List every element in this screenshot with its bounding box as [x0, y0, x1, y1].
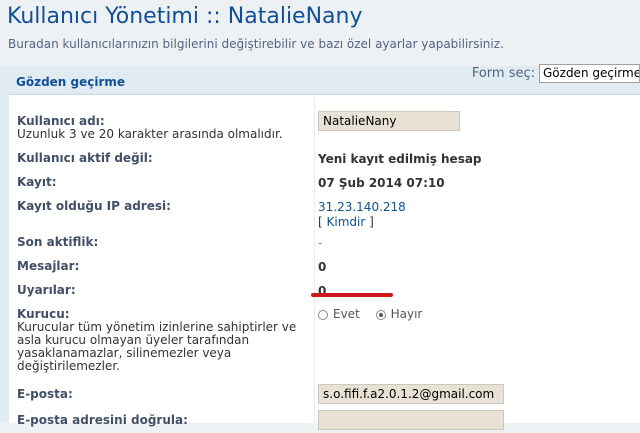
- page-title: Kullanıcı Yönetimi :: NatalieNany: [7, 4, 363, 29]
- email-confirm-label: E-posta adresini doğrula:: [17, 413, 188, 427]
- form-select-label: Form seç:: [471, 66, 535, 81]
- username-input[interactable]: NatalieNany: [318, 111, 460, 131]
- whois-bracket-close: ]: [369, 215, 374, 229]
- email-confirm-input[interactable]: [318, 410, 504, 430]
- page-description: Buradan kullanıcılarınızın bilgilerini d…: [8, 37, 504, 51]
- review-panel: Gözden geçirme Kullanıcı adı: Uzunluk 3 …: [0, 66, 640, 430]
- founder-hint: Kurucular tüm yönetim izinlerine sahipti…: [17, 320, 297, 373]
- form-select-dropdown[interactable]: Gözden geçirme: [539, 64, 640, 83]
- warnings-label: Uyarılar:: [17, 283, 76, 297]
- founder-yes-radio[interactable]: [318, 309, 328, 320]
- registered-label: Kayıt:: [17, 175, 57, 189]
- registered-value: 07 Şub 2014 07:10: [318, 176, 445, 190]
- last-active-label: Son aktiflik:: [17, 235, 99, 249]
- whois-bracket-open: [: [318, 215, 323, 229]
- inactive-label: Kullanıcı aktif değil:: [17, 151, 153, 165]
- reg-ip-address[interactable]: 31.23.140.218: [318, 200, 406, 214]
- founder-no-radio[interactable]: [375, 309, 386, 320]
- posts-value: 0: [318, 260, 327, 274]
- founder-no-label: Hayır: [390, 307, 423, 321]
- inactive-value: Yeni kayıt edilmiş hesap: [318, 152, 482, 166]
- reg-ip-label: Kayıt olduğu IP adresi:: [17, 199, 171, 213]
- posts-label: Mesajlar:: [17, 259, 80, 273]
- last-active-value: -: [318, 236, 323, 250]
- email-input[interactable]: s.o.fifi.f.a2.0.1.2@gmail.com: [318, 384, 504, 404]
- email-label: E-posta:: [17, 387, 73, 401]
- form-select: Form seç: Gözden geçirme: [472, 64, 640, 83]
- user-form: Kullanıcı adı: Uzunluk 3 ve 20 karakter …: [9, 94, 640, 430]
- red-annotation-underline: [311, 293, 393, 297]
- column-divider: [314, 95, 315, 423]
- whois-link[interactable]: Kimdir: [327, 215, 366, 229]
- founder-yes-label: Evet: [333, 307, 360, 321]
- username-hint: Uzunluk 3 ve 20 karakter arasında olmalı…: [17, 127, 283, 141]
- panel-title: Gözden geçirme: [16, 75, 126, 89]
